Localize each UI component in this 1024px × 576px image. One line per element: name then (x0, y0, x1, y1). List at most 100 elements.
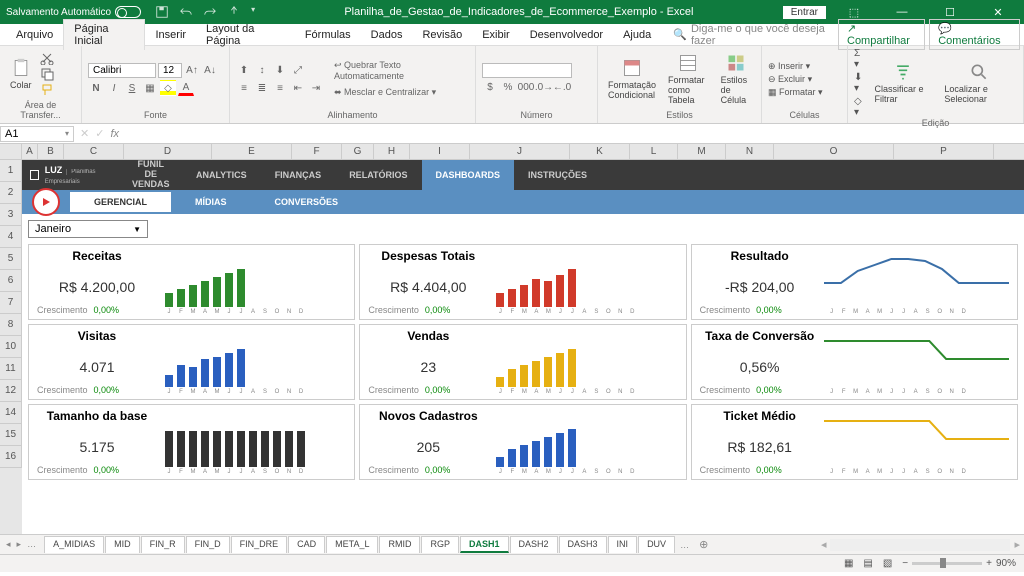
currency-icon[interactable]: $ (482, 80, 498, 96)
sheet-tab[interactable]: DASH1 (460, 536, 509, 553)
qat-more-icon[interactable]: ▾ (251, 5, 255, 19)
nav-funil[interactable]: FUNIL DE VENDAS (118, 160, 182, 190)
zoom-out-button[interactable]: − (902, 558, 908, 569)
signin-button[interactable]: Entrar (783, 6, 826, 19)
subnav-gerencial[interactable]: GERENCIAL (70, 192, 171, 212)
subnav-midias[interactable]: MÍDIAS (171, 192, 251, 212)
row-header[interactable]: 14 (0, 402, 22, 424)
close-button[interactable]: ✕ (978, 6, 1018, 19)
row-header[interactable]: 15 (0, 424, 22, 446)
col-header[interactable]: O (774, 144, 894, 159)
merge-center-button[interactable]: ⬌ Mesclar e Centralizar ▾ (334, 87, 469, 98)
ribbon-options-icon[interactable]: ⬚ (834, 6, 874, 19)
toggle-icon[interactable] (115, 6, 141, 18)
undo-icon[interactable] (179, 5, 193, 19)
format-painter-icon[interactable] (40, 83, 54, 97)
sheet-tab[interactable]: CAD (288, 536, 325, 553)
autosum-icon[interactable]: Σ ▾ (854, 48, 867, 70)
row-header[interactable]: 12 (0, 380, 22, 402)
row-headers[interactable]: 12345678101112141516 (0, 160, 22, 534)
sheet-tab[interactable]: DASH2 (510, 536, 558, 553)
sheet-tab[interactable]: INI (608, 536, 638, 553)
bold-button[interactable]: N (88, 80, 104, 96)
orientation-icon[interactable]: ⤢ (290, 62, 306, 78)
sheet-tab[interactable]: MID (105, 536, 140, 553)
insert-cells-button[interactable]: ⊕ Inserir ▾ (768, 61, 823, 72)
col-header[interactable]: M (678, 144, 726, 159)
decimal-dec-icon[interactable]: ←.0 (554, 80, 570, 96)
col-header[interactable]: I (410, 144, 470, 159)
tab-data[interactable]: Dados (361, 26, 413, 44)
col-header[interactable]: F (292, 144, 342, 159)
formula-input[interactable] (125, 128, 1024, 140)
worksheet-area[interactable]: LUZPlanilhas Empresariais FUNIL DE VENDA… (22, 160, 1024, 534)
format-cells-button[interactable]: ▦ Formatar ▾ (768, 87, 823, 98)
increase-font-icon[interactable]: A↑ (184, 62, 200, 78)
row-header[interactable]: 2 (0, 182, 22, 204)
nav-dashboards[interactable]: DASHBOARDS (422, 160, 515, 190)
redo-icon[interactable] (203, 5, 217, 19)
zoom-in-button[interactable]: + (986, 558, 992, 569)
underline-button[interactable]: S (124, 80, 140, 96)
number-format-select[interactable] (482, 63, 572, 78)
paste-button[interactable]: Colar (6, 56, 36, 92)
view-normal-icon[interactable]: ▦ (844, 558, 853, 569)
col-header[interactable]: E (212, 144, 292, 159)
align-middle-icon[interactable]: ↕ (254, 62, 270, 78)
col-header[interactable]: N (726, 144, 774, 159)
minimize-button[interactable]: — (882, 6, 922, 18)
sheet-tab[interactable]: DASH3 (559, 536, 607, 553)
col-header[interactable]: D (124, 144, 212, 159)
column-headers[interactable]: ABCDEFGHIJKLMNOP (0, 144, 1024, 160)
hscroll-track[interactable] (830, 539, 1010, 551)
enter-formula-icon[interactable]: ✓ (95, 127, 104, 140)
tell-me-search[interactable]: 🔍 Diga-me o que você deseja fazer (673, 23, 838, 47)
nav-analytics[interactable]: ANALYTICS (182, 160, 261, 190)
sheet-tab[interactable]: FIN_DRE (231, 536, 288, 553)
new-sheet-button[interactable]: ⊕ (693, 538, 714, 551)
sheet-tab[interactable]: RGP (421, 536, 459, 553)
clear-icon[interactable]: ◇ ▾ (854, 96, 867, 118)
row-header[interactable]: 16 (0, 446, 22, 468)
zoom-level[interactable]: 90% (996, 558, 1016, 569)
fill-icon[interactable]: ⬇ ▾ (854, 72, 867, 94)
nav-relatorios[interactable]: RELATÓRIOS (335, 160, 421, 190)
col-header[interactable]: G (342, 144, 374, 159)
align-center-icon[interactable]: ≣ (254, 80, 270, 96)
save-icon[interactable] (155, 5, 169, 19)
col-header[interactable]: A (22, 144, 38, 159)
nav-financas[interactable]: FINANÇAS (261, 160, 336, 190)
comma-icon[interactable]: 000 (518, 80, 534, 96)
tab-more[interactable]: … (25, 539, 38, 550)
play-button[interactable] (32, 188, 60, 216)
tab-layout[interactable]: Layout da Página (196, 20, 295, 50)
autosave-toggle[interactable]: Salvamento Automático (6, 6, 141, 18)
tab-formulas[interactable]: Fórmulas (295, 26, 361, 44)
month-dropdown[interactable]: Janeiro▼ (28, 220, 148, 238)
percent-icon[interactable]: % (500, 80, 516, 96)
align-left-icon[interactable]: ≡ (236, 80, 252, 96)
tab-insert[interactable]: Inserir (145, 26, 196, 44)
nav-instrucoes[interactable]: INSTRUÇÕES (514, 160, 601, 190)
tab-scroll-first[interactable]: ◂ (4, 539, 13, 550)
row-header[interactable]: 5 (0, 248, 22, 270)
sheet-tab[interactable]: FIN_D (186, 536, 230, 553)
decimal-inc-icon[interactable]: .0→ (536, 80, 552, 96)
indent-dec-icon[interactable]: ⇤ (290, 80, 306, 96)
row-header[interactable]: 10 (0, 336, 22, 358)
sheet-tab[interactable]: DUV (638, 536, 675, 553)
tab-review[interactable]: Revisão (412, 26, 472, 44)
copy-icon[interactable] (40, 67, 54, 81)
align-bottom-icon[interactable]: ⬇ (272, 62, 288, 78)
col-header[interactable]: K (570, 144, 630, 159)
row-header[interactable]: 7 (0, 292, 22, 314)
conditional-format-button[interactable]: Formatação Condicional (604, 56, 660, 102)
sheet-tab[interactable]: FIN_R (141, 536, 185, 553)
wrap-text-button[interactable]: ↩ Quebrar Texto Automaticamente (334, 60, 469, 81)
cell-styles-button[interactable]: Estilos de Célula (717, 51, 755, 107)
font-name-select[interactable]: Calibri (88, 63, 156, 78)
fx-icon[interactable]: fx (110, 128, 119, 140)
subnav-conversoes[interactable]: CONVERSÕES (251, 192, 363, 212)
row-header[interactable]: 11 (0, 358, 22, 380)
row-header[interactable]: 4 (0, 226, 22, 248)
